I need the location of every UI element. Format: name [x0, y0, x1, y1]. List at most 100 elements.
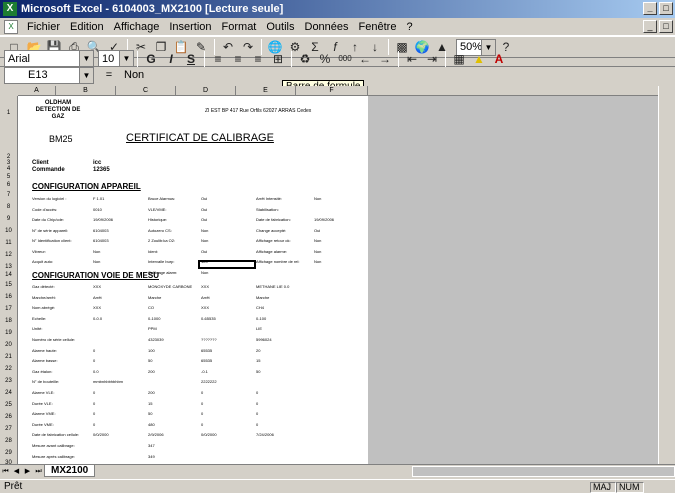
table-cell[interactable]: ???????: [201, 337, 217, 343]
table-cell[interactable]: 0010: [93, 207, 102, 213]
table-cell[interactable]: MONOXYDE CARBONE: [148, 284, 192, 290]
worksheet[interactable]: OLDHAM DETECTION DE GAZ ZI EST BP 417 Ru…: [18, 96, 658, 464]
table-cell[interactable]: Version du logiciel :: [32, 196, 66, 202]
row-header[interactable]: 21: [0, 354, 17, 360]
row-header[interactable]: 23: [0, 378, 17, 384]
table-cell[interactable]: Durée VLE:: [32, 401, 53, 407]
fill-color-icon[interactable]: ▲: [469, 50, 489, 68]
table-cell[interactable]: Unité:: [32, 326, 42, 332]
table-cell[interactable]: 65535: [201, 358, 212, 364]
table-cell[interactable]: mmbnhbbhbhbm: [93, 379, 123, 385]
table-cell[interactable]: 349: [148, 454, 155, 460]
table-cell[interactable]: Non: [201, 270, 208, 276]
menu-affichage[interactable]: Affichage: [109, 19, 165, 35]
vertical-scrollbar[interactable]: [658, 86, 675, 464]
menu-fichier[interactable]: Fichier: [22, 19, 65, 35]
column-header-a[interactable]: A: [18, 86, 56, 96]
font-name-select[interactable]: Arial ▼: [4, 50, 94, 67]
table-cell[interactable]: Alarme basse:: [32, 358, 58, 364]
row-header[interactable]: 5: [0, 174, 17, 180]
table-cell[interactable]: 0-1000: [148, 316, 160, 322]
table-cell[interactable]: 0/0/2000: [93, 432, 109, 438]
table-cell[interactable]: 50: [148, 411, 152, 417]
table-cell[interactable]: Acquit auto:: [32, 259, 53, 265]
workbook-icon[interactable]: X: [4, 19, 18, 34]
row-header[interactable]: 8: [0, 204, 17, 210]
table-cell[interactable]: N° de série appareil:: [32, 228, 68, 234]
table-cell[interactable]: XXX: [93, 305, 101, 311]
row-header[interactable]: 15: [0, 282, 17, 288]
first-sheet-button[interactable]: ⏮: [0, 466, 11, 477]
table-cell[interactable]: 19/09/2006: [314, 217, 334, 223]
table-cell[interactable]: 0: [256, 390, 258, 396]
doc-restore-button[interactable]: □: [659, 20, 673, 33]
maximize-button[interactable]: □: [659, 2, 673, 15]
decrease-indent-icon[interactable]: ⇤: [402, 50, 422, 68]
table-cell[interactable]: N° Identification client:: [32, 238, 72, 244]
last-sheet-button[interactable]: ⏭: [33, 466, 44, 477]
name-box[interactable]: E13 ▼: [4, 66, 94, 84]
borders-icon[interactable]: ▦: [449, 50, 469, 68]
table-cell[interactable]: Autozero CS:: [148, 228, 172, 234]
table-cell[interactable]: 0: [93, 401, 95, 407]
table-cell[interactable]: Historique:: [148, 217, 167, 223]
table-cell[interactable]: VLE/VME:: [148, 207, 166, 213]
table-cell[interactable]: Non: [314, 196, 321, 202]
table-cell[interactable]: Affichage retour ok:: [256, 238, 291, 244]
menu-help[interactable]: ?: [401, 19, 417, 35]
percent-button[interactable]: %: [315, 50, 335, 68]
table-cell[interactable]: Ident:: [148, 249, 158, 255]
table-cell[interactable]: 0: [201, 411, 203, 417]
table-cell[interactable]: Non: [201, 238, 208, 244]
table-cell[interactable]: Date de fabrication:: [256, 217, 291, 223]
column-header-d[interactable]: D: [176, 86, 236, 96]
table-cell[interactable]: 0-100: [256, 316, 266, 322]
column-header-f[interactable]: F: [296, 86, 368, 96]
table-cell[interactable]: Numéro de série cellule:: [32, 337, 75, 343]
font-color-icon[interactable]: A: [489, 50, 509, 68]
excel-app-icon[interactable]: X: [3, 2, 17, 16]
formula-content[interactable]: Non: [124, 69, 144, 81]
table-cell[interactable]: 0-0.0: [93, 316, 102, 322]
row-header[interactable]: 26: [0, 414, 17, 420]
table-cell[interactable]: 480: [148, 422, 155, 428]
table-cell[interactable]: 0: [256, 422, 258, 428]
chevron-down-icon[interactable]: ▼: [79, 51, 93, 66]
table-cell[interactable]: -0.1: [201, 369, 208, 375]
table-cell[interactable]: Alarme VME:: [32, 411, 56, 417]
row-header[interactable]: 22: [0, 366, 17, 372]
row-header[interactable]: 17: [0, 306, 17, 312]
minimize-button[interactable]: _: [643, 2, 657, 15]
table-cell[interactable]: Durée VME:: [32, 422, 54, 428]
table-cell[interactable]: 200: [148, 369, 155, 375]
row-header[interactable]: 13: [0, 264, 17, 270]
table-cell[interactable]: F 1.01: [93, 196, 104, 202]
table-cell[interactable]: Non: [201, 228, 208, 234]
row-header[interactable]: 27: [0, 426, 17, 432]
row-header[interactable]: 24: [0, 390, 17, 396]
table-cell[interactable]: Arrêt: [201, 295, 210, 301]
table-cell[interactable]: Intervalle burp:: [148, 259, 174, 265]
table-cell[interactable]: Oui: [314, 228, 320, 234]
row-header[interactable]: 11: [0, 240, 17, 246]
menu-insertion[interactable]: Insertion: [164, 19, 216, 35]
table-cell[interactable]: Marche: [256, 295, 269, 301]
table-cell[interactable]: Marche/arrêt:: [32, 295, 56, 301]
table-cell[interactable]: 6104003: [93, 238, 109, 244]
table-cell[interactable]: 0: [201, 390, 203, 396]
menu-edition[interactable]: Edition: [65, 19, 109, 35]
row-header[interactable]: 16: [0, 294, 17, 300]
table-cell[interactable]: Affichage nombre de rel:: [256, 259, 300, 265]
row-header[interactable]: 9: [0, 216, 17, 222]
italic-button[interactable]: I: [161, 50, 181, 68]
table-cell[interactable]: Bruce Alarmus:: [148, 196, 175, 202]
table-cell[interactable]: Stabilisation:: [256, 207, 279, 213]
table-cell[interactable]: 0: [93, 411, 95, 417]
menu-outils[interactable]: Outils: [261, 19, 299, 35]
table-cell[interactable]: 0: [93, 422, 95, 428]
table-cell[interactable]: 50: [256, 369, 260, 375]
table-cell[interactable]: 6104003: [93, 228, 109, 234]
decrease-decimal-icon[interactable]: →: [375, 50, 395, 68]
font-size-select[interactable]: 10 ▼: [98, 50, 134, 67]
formula-equals[interactable]: =: [94, 69, 124, 81]
